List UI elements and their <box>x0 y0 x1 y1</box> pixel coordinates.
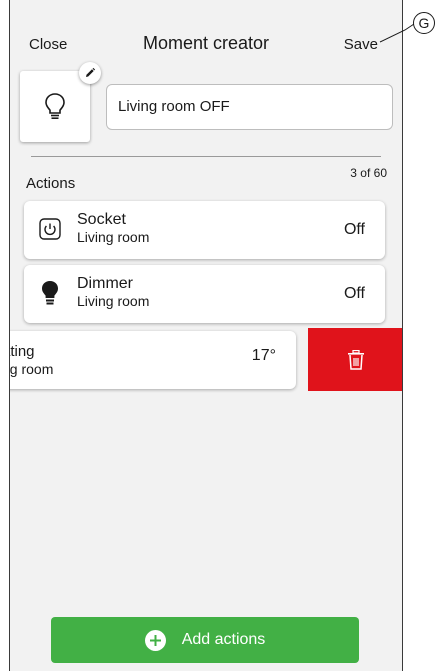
action-state: Off <box>343 221 365 238</box>
plus-circle-icon <box>144 629 166 651</box>
callout-marker: G <box>413 12 435 34</box>
moment-name-input[interactable]: Living room OFF <box>106 84 393 130</box>
add-actions-label: Add actions <box>181 631 266 648</box>
delete-action-button[interactable] <box>308 328 402 391</box>
add-actions-button[interactable]: Add actions <box>51 617 359 663</box>
save-button[interactable]: Save <box>344 36 378 53</box>
trash-icon <box>348 349 364 370</box>
action-state: Off <box>343 285 365 302</box>
action-room-name: Living room <box>77 293 150 309</box>
edit-icon-button[interactable] <box>79 62 101 84</box>
action-device-name: Dimmer <box>77 275 133 292</box>
power-icon <box>36 215 64 243</box>
phone-screen: Close Moment creator Save Living room OF… <box>9 0 403 671</box>
moment-icon-tile[interactable] <box>20 71 90 142</box>
lightbulb-icon <box>45 92 65 119</box>
action-room-name: ng room <box>9 361 54 377</box>
pencil-icon <box>86 67 96 77</box>
actions-heading: Actions <box>26 175 76 192</box>
bulb-icon <box>36 279 64 307</box>
actions-count: 3 of 60 <box>350 166 387 180</box>
action-card-socket[interactable]: Socket Living room Off <box>24 201 385 259</box>
divider <box>31 156 381 157</box>
action-room-name: Living room <box>77 229 150 245</box>
action-device-name: Socket <box>77 211 126 228</box>
action-device-name: ating <box>10 343 35 360</box>
action-card-heating[interactable]: ating ng room 17° <box>9 331 296 389</box>
action-state: 17° <box>251 347 276 364</box>
action-card-dimmer[interactable]: Dimmer Living room Off <box>24 265 385 323</box>
